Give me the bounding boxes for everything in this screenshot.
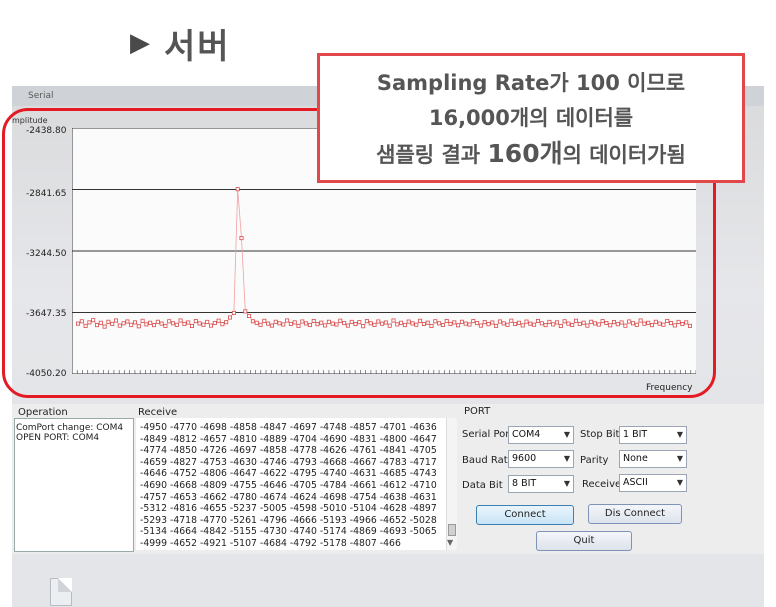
parity-label: Parity <box>580 455 609 466</box>
stop-bit-label: Stop Bit <box>580 429 620 440</box>
serial-port-value: COM4 <box>512 429 541 440</box>
callout-text: 의 데이터가됨 <box>562 143 686 167</box>
triangle-bullet-icon: ▶ <box>130 28 150 58</box>
serial-port-label: Serial Port <box>462 429 514 440</box>
operation-label: Operation <box>18 407 68 418</box>
port-group-label: PORT <box>464 406 491 417</box>
callout-line-1: Sampling Rate가 100 이므로 <box>376 71 686 95</box>
callout-text: 샘플링 결과 <box>376 143 488 167</box>
chevron-down-icon: ▼ <box>676 430 683 439</box>
scroll-down-icon[interactable]: ▼ <box>447 538 453 547</box>
receive-line: -4659 -4827 -4753 -4630 -4746 -4793 -466… <box>140 456 437 468</box>
receive-line: -5134 -4664 -4842 -5155 -4730 -4740 -517… <box>140 526 437 538</box>
baud-rate-value: 9600 <box>512 453 537 464</box>
receive-label: Receive <box>138 407 178 418</box>
chevron-down-icon: ▼ <box>563 479 570 488</box>
quit-button[interactable]: Quit <box>536 531 632 551</box>
heading-title: 서버 <box>164 26 231 67</box>
desktop-strip <box>12 554 764 607</box>
chevron-down-icon: ▼ <box>676 478 683 487</box>
scrollbar-thumb[interactable] <box>448 524 456 536</box>
operation-line: ComPort change: COM4 <box>16 423 124 433</box>
data-bit-select[interactable]: 8 BIT ▼ <box>508 475 574 493</box>
slide-heading: ▶ 서버 <box>130 18 231 68</box>
connect-button[interactable]: Connect <box>476 505 574 525</box>
file-icon[interactable] <box>50 578 72 606</box>
receive-line: -4849 -4812 -4657 -4810 -4889 -4704 -469… <box>140 433 437 445</box>
callout-line-3: 샘플링 결과 160개의 데이터가됨 <box>320 136 742 173</box>
receive-line: -4646 -4752 -4806 -4647 -4622 -4795 -474… <box>140 468 437 480</box>
stop-bit-value: 1 BIT <box>623 429 648 440</box>
chevron-down-icon: ▼ <box>563 430 570 439</box>
receive-mode-label: Receive <box>582 479 622 490</box>
baud-rate-select[interactable]: 9600 ▼ <box>508 450 574 468</box>
control-panel: Operation ComPort change: COM4 OPEN PORT… <box>12 404 764 554</box>
receive-line: -4757 -4653 -4662 -4780 -4674 -4624 -469… <box>140 491 437 503</box>
receive-line: -5293 -4718 -4770 -5261 -4796 -4666 -519… <box>140 514 437 526</box>
stop-bit-select[interactable]: 1 BIT ▼ <box>619 426 687 444</box>
receive-line: -4690 -4668 -4809 -4755 -4646 -4705 -478… <box>140 479 437 491</box>
receive-log[interactable]: -4950 -4770 -4698 -4858 -4847 -4697 -474… <box>136 418 446 550</box>
receive-line: -4774 -4850 -4726 -4697 -4858 -4778 -462… <box>140 445 437 457</box>
disconnect-button[interactable]: Dis Connect <box>588 504 682 524</box>
operation-log: ComPort change: COM4 OPEN PORT: COM4 <box>14 418 134 552</box>
data-bit-value: 8 BIT <box>512 478 537 489</box>
chevron-down-icon: ▼ <box>563 454 570 463</box>
receive-mode-value: ASCII <box>623 477 648 488</box>
callout-box: Sampling Rate가 100 이므로 16,000개의 데이터를 샘플링… <box>317 53 745 183</box>
data-bit-label: Data Bit <box>462 480 503 491</box>
parity-value: None <box>623 453 648 464</box>
receive-line: -5312 -4816 -4655 -5237 -5005 -4598 -501… <box>140 503 437 515</box>
parity-select[interactable]: None ▼ <box>619 450 687 468</box>
receive-line: -4950 -4770 -4698 -4858 -4847 -4697 -474… <box>140 422 437 433</box>
callout-line-2: 16,000개의 데이터를 <box>428 106 634 130</box>
callout-emphasis: 160개 <box>487 139 563 168</box>
receive-line: -4999 -4652 -4921 -5107 -4684 -4792 -517… <box>140 537 401 549</box>
receive-mode-select[interactable]: ASCII ▼ <box>619 474 687 492</box>
serial-port-select[interactable]: COM4 ▼ <box>508 426 574 444</box>
chevron-down-icon: ▼ <box>676 454 683 463</box>
baud-rate-label: Baud Rate <box>462 455 514 466</box>
operation-line: OPEN PORT: COM4 <box>16 433 100 443</box>
